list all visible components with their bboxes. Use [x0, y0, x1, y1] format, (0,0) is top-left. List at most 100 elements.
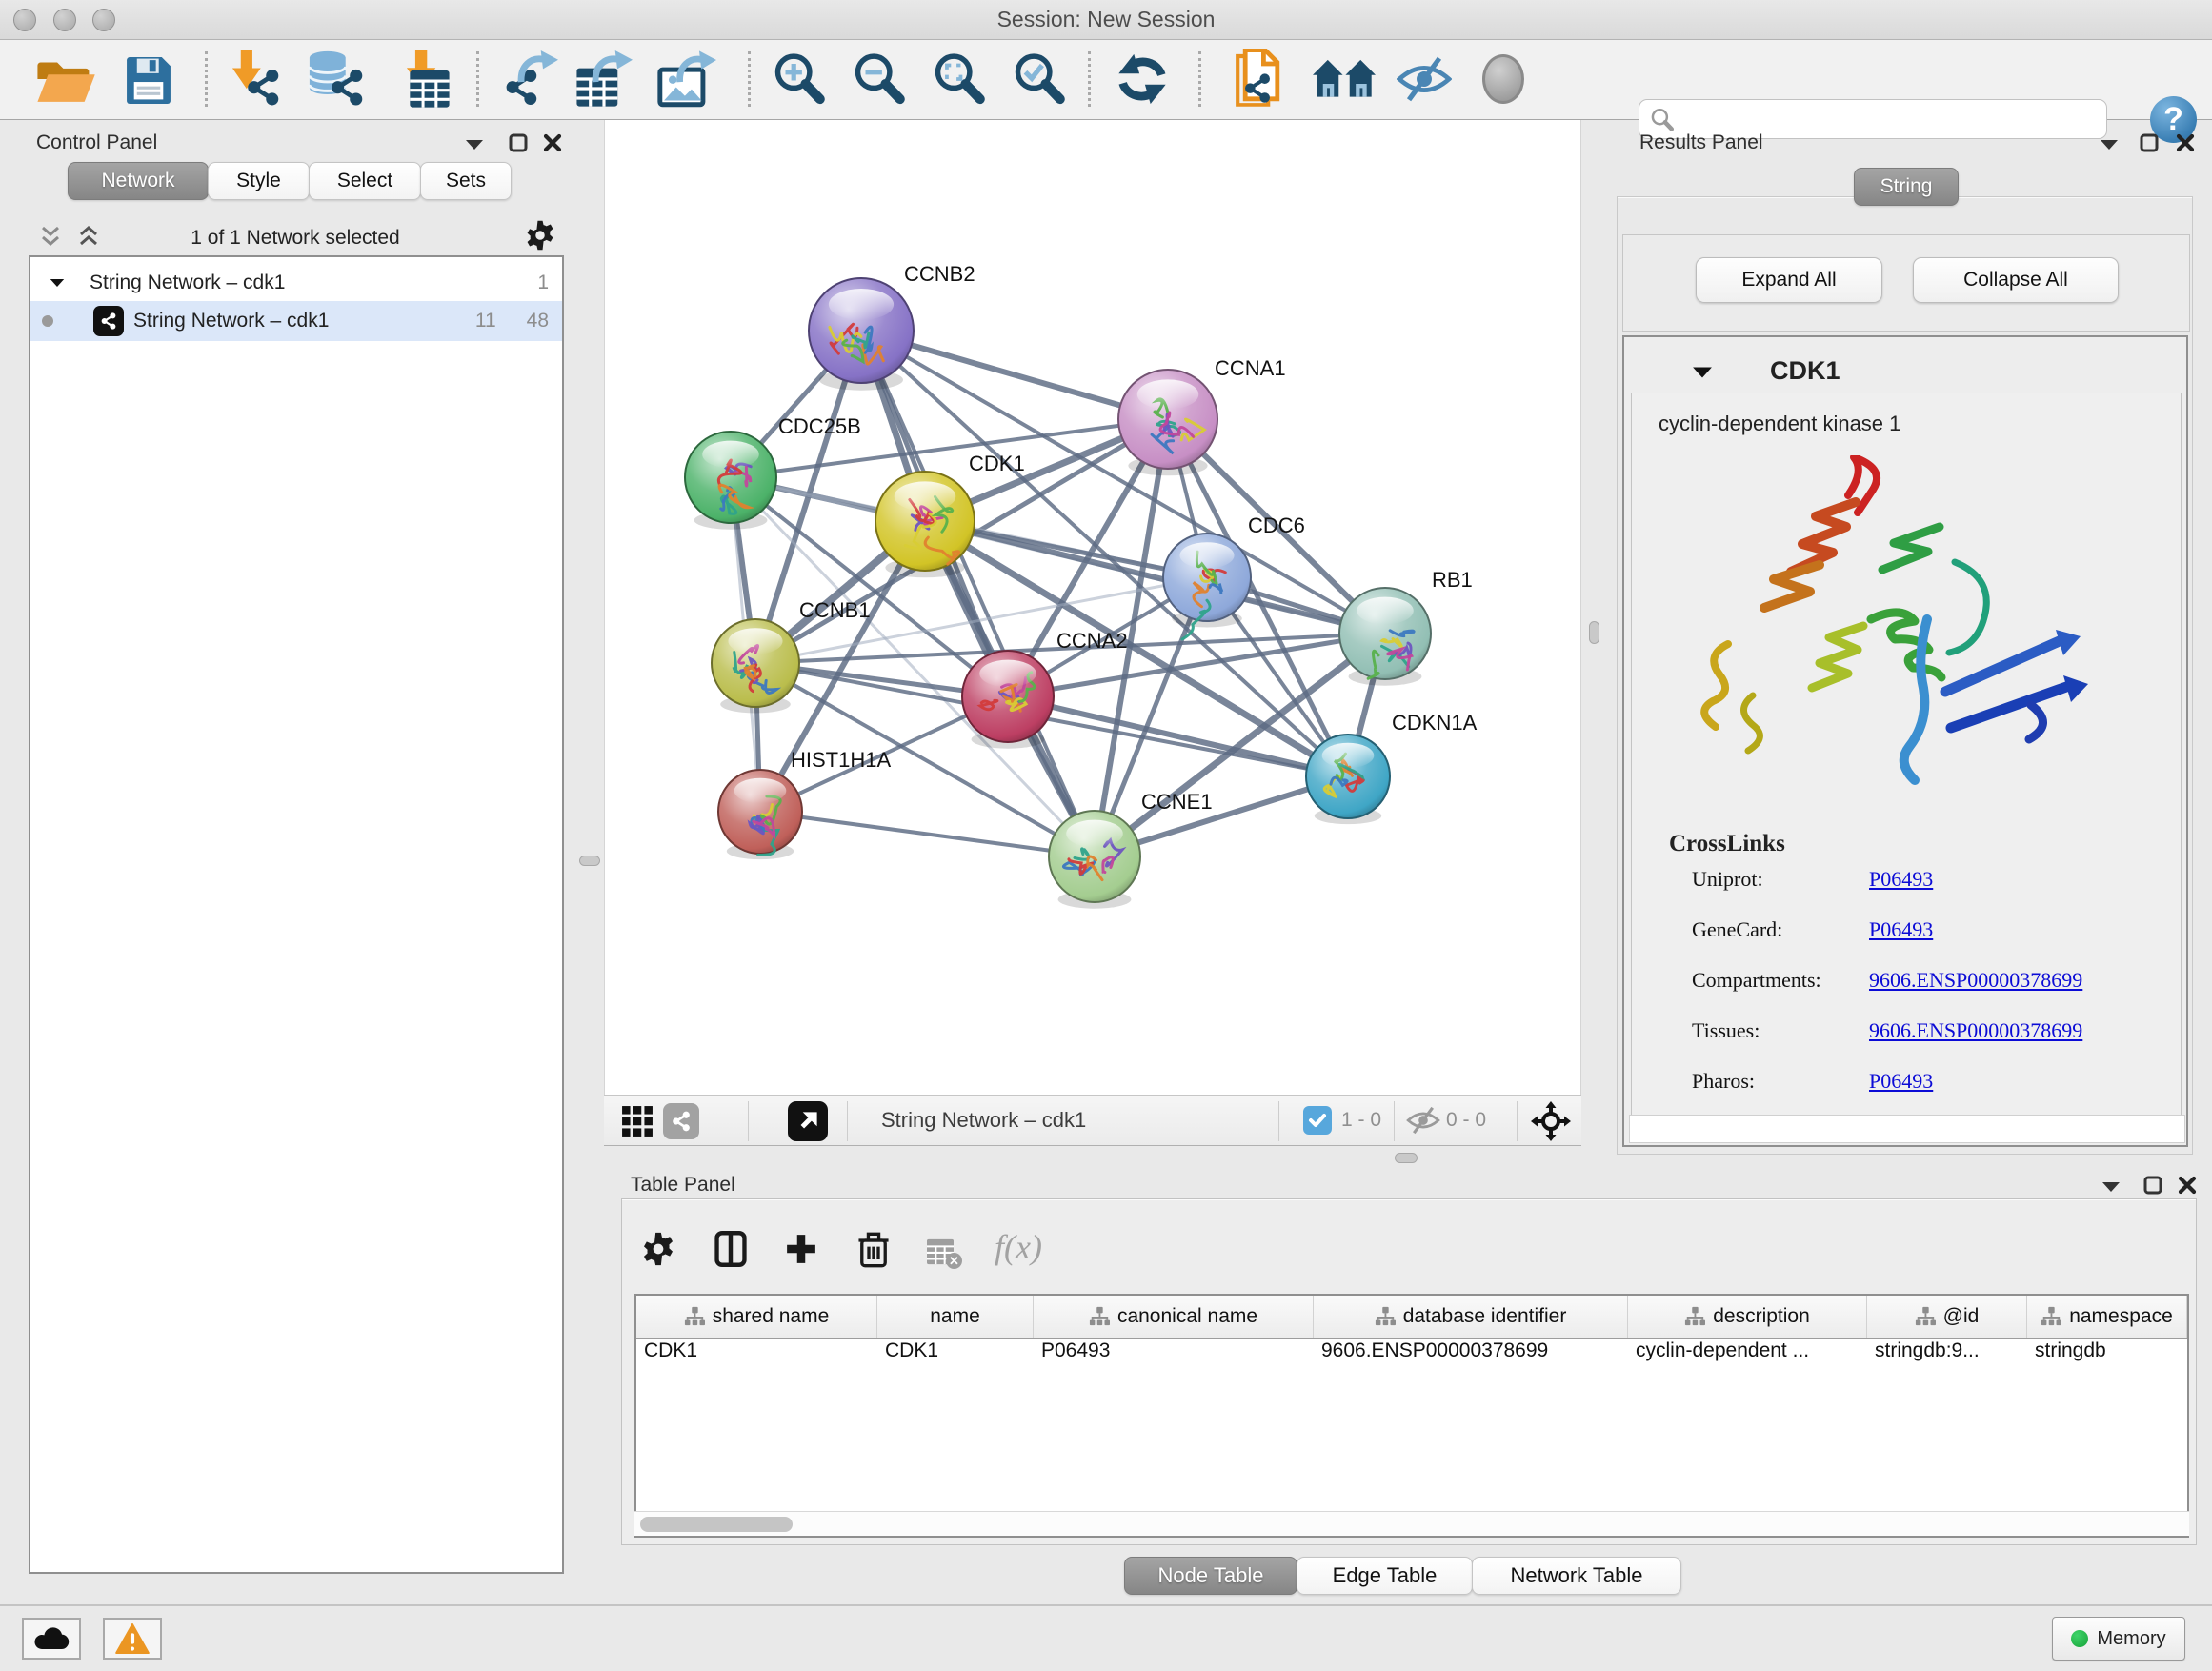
export-table-button[interactable] [575, 48, 633, 111]
zoom-in-button[interactable] [772, 48, 827, 111]
crosslink-value-link[interactable]: 9606.ENSP00000378699 [1869, 1018, 2082, 1042]
crosslink-label: Uniprot: [1692, 867, 1869, 892]
node-label-CDC25B: CDC25B [778, 414, 861, 438]
scrollbar-thumb[interactable] [640, 1517, 793, 1532]
home-networks-button[interactable] [1313, 48, 1376, 111]
selected-count-checkbox-icon[interactable] [1303, 1106, 1332, 1135]
node-CCNA1[interactable]: CCNA1 [1118, 356, 1286, 475]
table-panel-float-icon[interactable] [2143, 1176, 2162, 1195]
network-view-title: String Network – cdk1 [881, 1108, 1086, 1133]
collection-disclosure-icon[interactable] [50, 278, 65, 288]
share-session-file-button[interactable] [1231, 48, 1284, 111]
export-network-button[interactable] [501, 48, 558, 111]
control-panel-tabs: NetworkStyleSelectSets [68, 162, 511, 200]
column-header-name[interactable]: name [877, 1296, 1034, 1338]
results-panel-menu-caret-icon[interactable] [2100, 139, 2119, 151]
edge-HIST1H1A-CCNE1[interactable] [760, 812, 1095, 856]
column-header-description[interactable]: description [1628, 1296, 1867, 1338]
memory-button[interactable]: Memory [2052, 1617, 2185, 1661]
tab-edge-table[interactable]: Edge Table [1297, 1557, 1473, 1595]
tab-node-table[interactable]: Node Table [1124, 1557, 1297, 1595]
network-view-share-icon[interactable] [663, 1103, 699, 1139]
network-options-gear-icon[interactable] [524, 219, 556, 252]
detach-view-icon[interactable] [788, 1101, 828, 1141]
import-table-from-file-button[interactable] [400, 48, 453, 111]
edge-CCNA2-CDKN1A[interactable] [1008, 696, 1348, 776]
show-columns-icon[interactable] [714, 1231, 747, 1267]
open-session-button[interactable] [34, 48, 95, 111]
tab-sets[interactable]: Sets [420, 162, 512, 200]
zoom-fit-content-button[interactable] [932, 48, 987, 111]
collapse-all-networks-icon[interactable] [38, 225, 63, 248]
control-panel-close-icon[interactable] [543, 133, 562, 152]
tab-style[interactable]: Style [208, 162, 310, 200]
table-panel-menu-caret-icon[interactable] [2101, 1181, 2121, 1193]
warnings-button[interactable] [103, 1618, 162, 1660]
table-cell[interactable]: 9606.ENSP00000378699 [1314, 1339, 1628, 1374]
network-row-selected[interactable]: String Network – cdk1 11 48 [30, 301, 562, 341]
cloud-status-button[interactable] [22, 1618, 81, 1660]
node-CDKN1A[interactable]: CDKN1A [1306, 711, 1478, 824]
column-header-shared-name[interactable]: shared name [636, 1296, 877, 1338]
zoom-out-button[interactable] [852, 48, 907, 111]
crosslink-value-link[interactable]: P06493 [1869, 1069, 1933, 1093]
node-RB1[interactable]: RB1 [1339, 568, 1473, 686]
crosslink-value-link[interactable]: P06493 [1869, 917, 1933, 941]
node-HIST1H1A[interactable]: HIST1H1A [718, 748, 891, 859]
window-title: Session: New Session [0, 7, 2212, 32]
tab-string[interactable]: String [1854, 168, 1959, 206]
tab-network[interactable]: Network [68, 162, 209, 200]
bottom-splitter-handle[interactable] [1395, 1153, 1418, 1163]
tab-select[interactable]: Select [309, 162, 421, 200]
column-header-database-identifier[interactable]: database identifier [1314, 1296, 1628, 1338]
table-horizontal-scrollbar[interactable] [634, 1511, 2189, 1536]
protein-disclosure-icon[interactable] [1692, 366, 1713, 379]
save-session-button[interactable] [124, 48, 173, 111]
table-cell[interactable]: CDK1 [636, 1339, 877, 1374]
right-splitter-handle[interactable] [1589, 621, 1599, 644]
warning-icon [115, 1623, 150, 1654]
network-canvas[interactable]: CCNB2CCNA1CDC25BCDK1CDC6RB1CCNB1CCNA2CDK… [604, 120, 1581, 1095]
column-header-canonical-name[interactable]: canonical name [1034, 1296, 1314, 1338]
zoom-selected-button[interactable] [1012, 48, 1067, 111]
crosslink-value-link[interactable]: 9606.ENSP00000378699 [1869, 968, 2082, 992]
column-header-label: database identifier [1403, 1305, 1567, 1328]
table-panel-close-icon[interactable] [2178, 1176, 2197, 1195]
export-image-button[interactable] [657, 48, 716, 111]
hide-unhide-button[interactable] [1397, 48, 1452, 111]
import-network-from-file-button[interactable] [229, 48, 284, 111]
table-cell[interactable]: stringdb:9... [1867, 1339, 2027, 1374]
delete-column-icon[interactable] [857, 1231, 890, 1269]
grid-view-icon[interactable] [621, 1105, 654, 1137]
node-label-CCNA2: CCNA2 [1056, 629, 1128, 653]
edge-CCNB2-CCNE1[interactable] [861, 331, 1095, 856]
import-network-from-database-button[interactable] [307, 48, 368, 111]
column-header--id[interactable]: @id [1867, 1296, 2027, 1338]
separator [748, 1101, 749, 1141]
table-cell[interactable]: P06493 [1034, 1339, 1314, 1374]
left-splitter-handle[interactable] [579, 856, 600, 866]
column-header-namespace[interactable]: namespace [2027, 1296, 2187, 1338]
add-column-icon[interactable] [785, 1233, 817, 1265]
control-panel-menu-caret-icon[interactable] [465, 139, 484, 151]
node-CCNB2[interactable]: CCNB2 [809, 262, 975, 391]
update-network-button[interactable] [1115, 48, 1170, 111]
table-cell[interactable]: CDK1 [877, 1339, 1034, 1374]
network-label: String Network – cdk1 [133, 310, 329, 332]
show-eye-button[interactable] [1482, 48, 1524, 111]
collapse-all-button[interactable]: Collapse All [1913, 257, 2119, 303]
crosslink-value-link[interactable]: P06493 [1869, 867, 1933, 891]
control-panel-float-icon[interactable] [509, 133, 528, 152]
expand-all-button[interactable]: Expand All [1696, 257, 1882, 303]
tab-network-table[interactable]: Network Table [1472, 1557, 1681, 1595]
birdseye-navigator-icon[interactable] [1530, 1100, 1572, 1142]
table-cell[interactable]: cyclin-dependent ... [1628, 1339, 1867, 1374]
table-cell[interactable]: stringdb [2027, 1339, 2187, 1374]
results-panel-close-icon[interactable] [2176, 133, 2195, 152]
table-options-gear-icon[interactable] [640, 1231, 676, 1267]
network-collection-row[interactable]: String Network – cdk1 1 [30, 263, 562, 303]
separator [847, 1101, 848, 1141]
expand-all-networks-icon[interactable] [76, 225, 101, 248]
node-gloss-highlight [702, 441, 759, 469]
results-panel-float-icon[interactable] [2140, 133, 2159, 152]
